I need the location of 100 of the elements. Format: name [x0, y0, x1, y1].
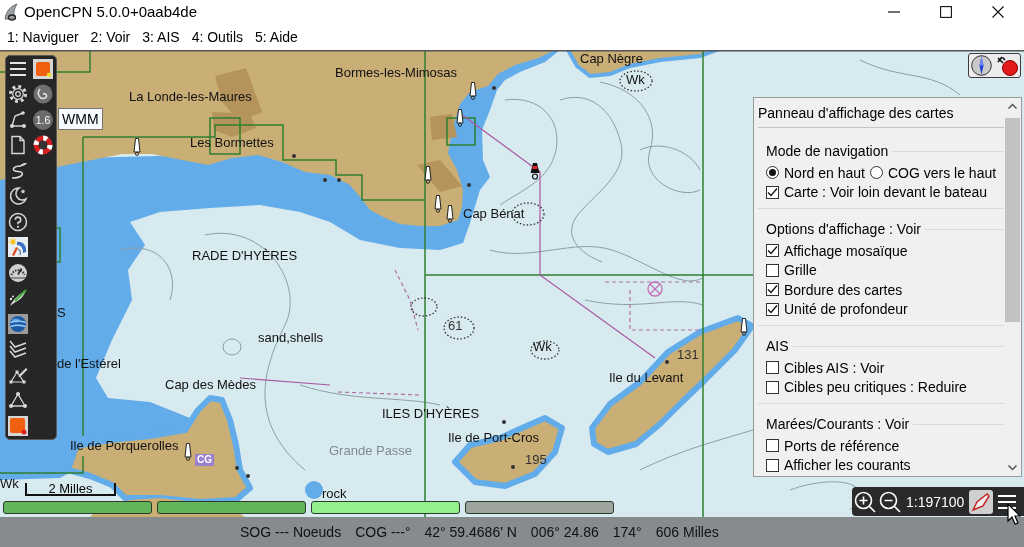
close-icon	[992, 6, 1004, 18]
map-label: Grande Passe	[329, 443, 413, 458]
checkbox[interactable]	[766, 380, 779, 394]
option-label[interactable]: COG vers le haut	[887, 163, 997, 182]
quill-icon[interactable]	[8, 288, 28, 309]
section-heading: AIS	[766, 337, 789, 355]
map-label: Ile de Porquerolles	[70, 438, 179, 453]
chart-bar-segment[interactable]	[3, 501, 152, 514]
dotted-outline	[410, 297, 438, 317]
dot-icon	[235, 466, 239, 470]
maximize-icon	[940, 6, 952, 18]
option-label[interactable]: Bordure des cartes	[784, 280, 903, 299]
compass-widget[interactable]	[968, 53, 1021, 78]
option-label[interactable]: Grille	[784, 261, 817, 280]
window-title: OpenCPN 5.0.0+0aab4de	[24, 3, 198, 21]
option-label[interactable]: Nord en haut	[784, 163, 865, 182]
gauge-icon[interactable]	[8, 262, 28, 283]
map-label: Wk	[533, 339, 552, 354]
checkbox[interactable]	[766, 302, 779, 316]
dot-icon	[492, 86, 496, 90]
menu-item[interactable]: 5: Aide	[255, 28, 298, 46]
checkbox[interactable]	[766, 458, 779, 472]
lighthouse-icon	[184, 443, 192, 461]
value-badge-button[interactable]: 1.6	[33, 109, 53, 130]
status-field: COG ---°	[355, 523, 411, 541]
radio-button[interactable]	[869, 166, 883, 180]
triangle-nodes-icon[interactable]	[8, 390, 28, 411]
option-label[interactable]: Cibles peu critiques : Reduire	[784, 378, 967, 397]
minimize-icon	[888, 11, 900, 13]
option-label[interactable]: Ports de référence	[784, 436, 900, 455]
scale-bar: 2 Milles	[25, 483, 116, 496]
status-field: 006° 24.86	[530, 523, 599, 541]
map-label: Wk	[626, 72, 645, 87]
dot-icon	[511, 465, 515, 469]
map-label: Cap Nègre	[580, 51, 643, 66]
checkbox[interactable]	[766, 361, 779, 375]
chart-bar-segment[interactable]	[157, 501, 306, 514]
circle-cross-icon	[647, 281, 663, 297]
chart-bar-segment[interactable]	[311, 501, 460, 514]
zoom-out-icon[interactable]	[879, 490, 901, 513]
lighthouse-icon	[133, 138, 141, 156]
route-icon[interactable]	[8, 109, 28, 130]
town-area	[430, 114, 457, 140]
checkbox[interactable]	[766, 244, 779, 258]
status-field: SOG --- Noeuds	[240, 523, 342, 541]
lighthouse-icon	[469, 82, 477, 100]
scrollbar-thumb[interactable]	[1005, 118, 1020, 322]
satellite-dot-icon[interactable]	[996, 55, 1018, 76]
tooltip: WMM	[58, 108, 103, 130]
section-heading: Mode de navigation	[766, 142, 889, 160]
checkbox[interactable]	[766, 185, 779, 199]
map-label: RADE D'HYÈRES	[192, 248, 298, 263]
menu-item[interactable]: 3: AIS	[142, 28, 180, 46]
rock-shoal-area	[305, 481, 323, 499]
menu-item[interactable]: 2: Voir	[90, 28, 131, 46]
menu-item[interactable]: 4: Outils	[191, 28, 243, 46]
moon-icon[interactable]	[8, 186, 28, 207]
section-heading: Options d'affichage : Voir	[766, 220, 921, 238]
boat-icon[interactable]	[969, 489, 994, 514]
chart-bar-segment[interactable]	[465, 501, 614, 514]
compass-icon[interactable]	[971, 55, 993, 76]
panel-title: Panneau d'affichage des cartes	[758, 104, 1004, 128]
map-label: 131	[677, 347, 699, 362]
option-label[interactable]: Unité de profondeur	[784, 300, 908, 319]
dot-icon	[467, 183, 471, 187]
map-label: La Londe-les-Maures	[129, 89, 252, 104]
depth-contour	[119, 247, 174, 301]
checkbox[interactable]	[766, 439, 779, 453]
square-dot-icon[interactable]	[33, 58, 53, 79]
checkbox[interactable]	[766, 283, 779, 297]
status-field: 42° 59.4686' N	[424, 523, 517, 541]
document-icon[interactable]	[8, 135, 28, 156]
dot-icon	[246, 474, 250, 478]
settings-icon[interactable]	[8, 84, 28, 105]
sun-tile-icon[interactable]	[8, 237, 28, 258]
swirl-disc-icon[interactable]	[33, 84, 53, 105]
radio-button[interactable]	[766, 166, 779, 180]
map-tag: CG	[195, 454, 214, 466]
help-icon[interactable]	[8, 211, 28, 232]
option-label[interactable]: Afficher les courants	[784, 456, 911, 475]
cursor-icon	[1007, 503, 1021, 525]
option-label[interactable]: Affichage mosaïque	[784, 241, 908, 260]
lighthouse-icon	[740, 318, 748, 336]
globe-icon[interactable]	[8, 313, 28, 334]
map-label: sand,shells	[258, 330, 324, 345]
app-logo-icon	[3, 3, 19, 21]
square-dot-icon[interactable]	[8, 415, 28, 436]
lighthouse-icon	[446, 205, 454, 223]
option-label[interactable]: Carte : Voir loin devant le bateau	[784, 183, 988, 202]
section-heading: Marées/Courants : Voir	[766, 415, 910, 433]
checkbox[interactable]	[766, 263, 779, 277]
lighthouse-icon	[456, 109, 464, 127]
dot-icon	[337, 178, 341, 182]
option-label[interactable]: Cibles AIS : Voir	[784, 358, 885, 377]
map-label: Cap des Mèdes	[165, 377, 257, 392]
zoom-in-icon[interactable]	[854, 490, 876, 513]
stacked-chevrons-icon[interactable]	[8, 339, 28, 360]
lifebuoy-icon[interactable]	[33, 135, 53, 156]
menu-item[interactable]: 1: Naviguer	[7, 28, 79, 46]
dotted-outline	[530, 340, 560, 360]
